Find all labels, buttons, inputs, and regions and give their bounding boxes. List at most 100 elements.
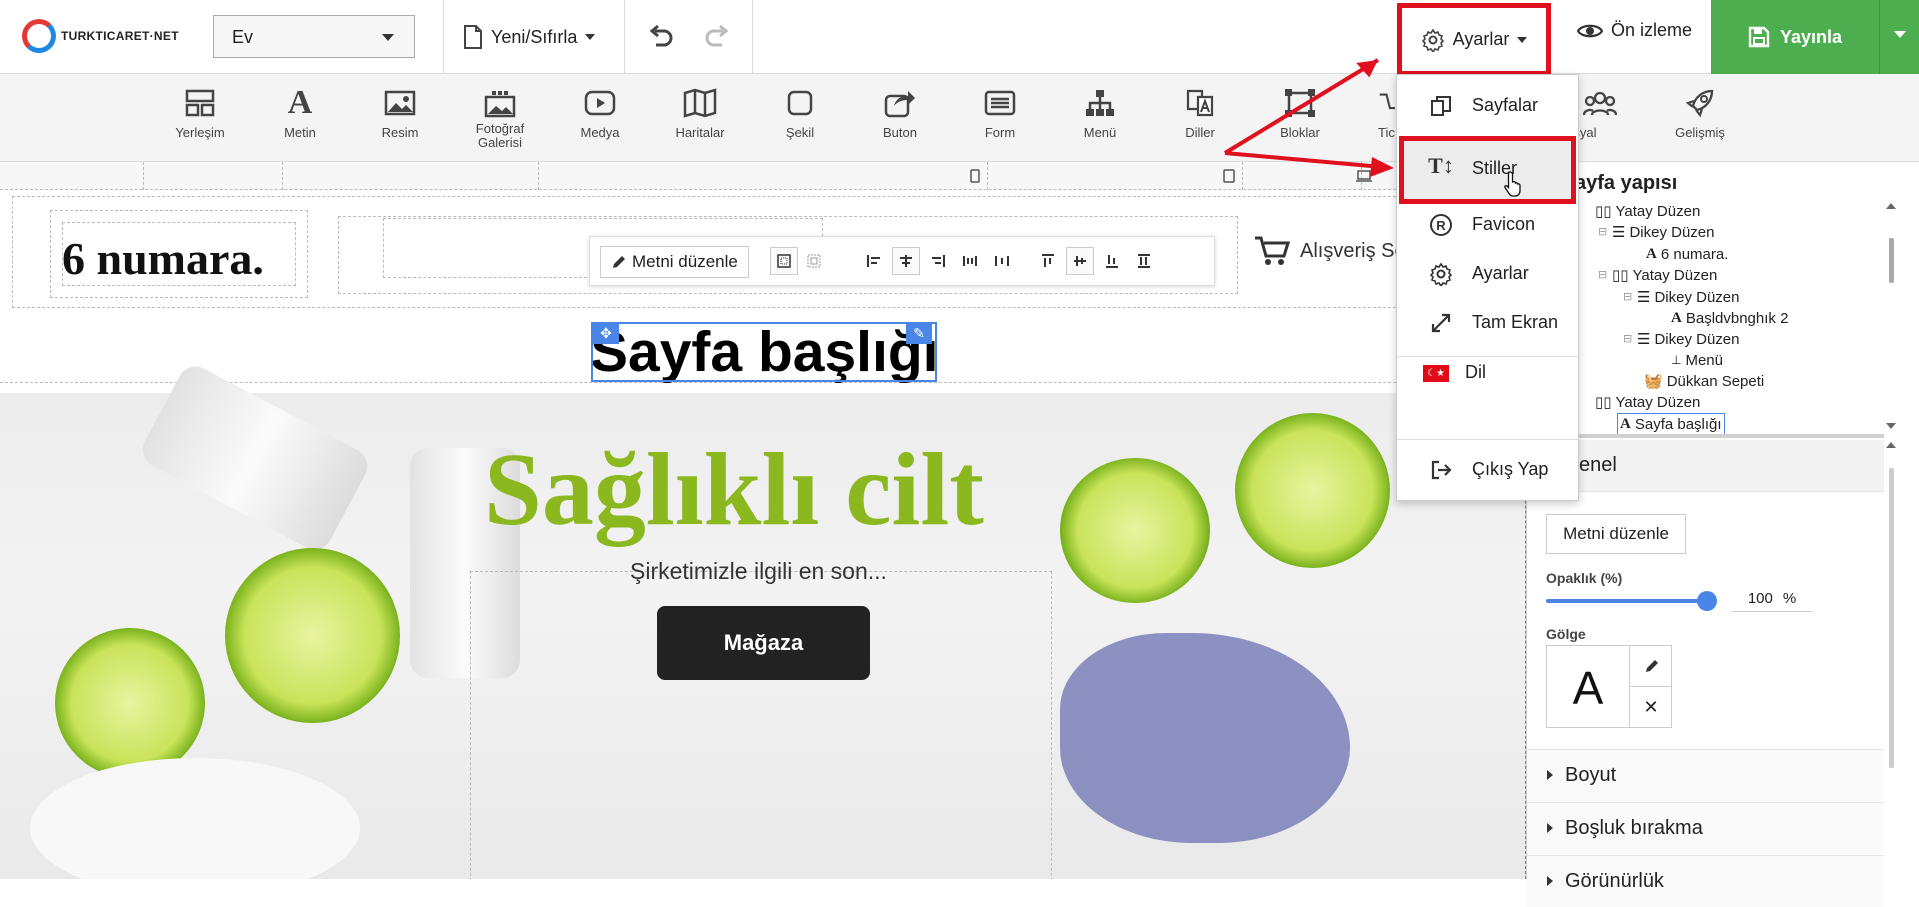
tool-languages[interactable]: Diller (1150, 86, 1250, 140)
tool-layout[interactable]: Yerleşim (150, 86, 250, 140)
opacity-input[interactable]: 100% (1732, 590, 1812, 612)
tool-media[interactable]: Medya (550, 86, 650, 140)
opacity-slider[interactable] (1546, 599, 1706, 603)
page-select[interactable]: Ev (213, 15, 415, 58)
tree-item-selected[interactable]: A Sayfa başlığı (1617, 413, 1725, 436)
edit-text-button[interactable]: Metni düzenle (600, 246, 749, 278)
edit-text-panel-button[interactable]: Metni düzenle (1546, 514, 1686, 554)
chevron-down-icon (1894, 31, 1906, 44)
frame-icon[interactable] (770, 247, 798, 275)
distribute-h-icon[interactable] (956, 247, 984, 275)
chevron-down-icon (585, 34, 596, 45)
menu-item-label: Tam Ekran (1472, 312, 1559, 332)
save-icon (1748, 26, 1770, 48)
caret-right-icon (1547, 823, 1553, 833)
tool-form[interactable]: Form (950, 86, 1050, 140)
tree-item[interactable]: ⊥ Menü (1671, 350, 1723, 371)
section-size-label: Boyut (1565, 764, 1617, 786)
preview-button[interactable]: Ön izleme (1577, 20, 1692, 41)
menu-item-logout[interactable]: Çıkış Yap (1397, 442, 1578, 498)
section-size[interactable]: Boyut (1527, 749, 1884, 801)
menu-item-styles[interactable]: T↕ Stiller (1399, 136, 1576, 204)
menu-divider (1397, 439, 1578, 440)
menu-item-label: Sayfalar (1472, 95, 1539, 115)
tree-item[interactable]: ▯▯ Yatay Düzen (1595, 392, 1700, 413)
align-right-icon[interactable] (924, 247, 952, 275)
collapse-icon: ⊟ (1623, 291, 1633, 303)
tree-item[interactable]: 🧺 Dükkan Sepeti (1644, 371, 1764, 392)
tool-menu[interactable]: Menü (1050, 86, 1150, 140)
tool-label: Şekil (785, 125, 815, 140)
tree-item[interactable]: A Başldvbnghık 2 (1671, 308, 1788, 329)
section-visibility[interactable]: Görünürlük (1527, 855, 1884, 907)
tree-item[interactable]: ⊟ ☰ Dikey Düzen (1623, 287, 1740, 308)
undo-icon[interactable] (647, 22, 675, 50)
menu-item-settings[interactable]: Ayarlar (1397, 246, 1578, 302)
panel-scrollbar[interactable] (1884, 440, 1898, 879)
menu-item-fullscreen[interactable]: Tam Ekran (1397, 295, 1578, 351)
shopping-cart-link[interactable]: Alışveriş Se (1254, 235, 1406, 267)
tool-shape[interactable]: Şekil (750, 86, 850, 140)
align-bottom-icon[interactable] (1098, 247, 1126, 275)
hero-title[interactable]: Sağlıklı cilt (484, 430, 984, 549)
columns-icon: ▯▯ (1595, 203, 1612, 220)
align-center-icon[interactable] (892, 247, 920, 275)
opacity-value: 100 (1747, 590, 1773, 607)
redo-icon[interactable] (703, 22, 731, 50)
menu-item-pages[interactable]: Sayfalar (1397, 78, 1578, 134)
align-left-icon[interactable] (860, 247, 888, 275)
tree-item[interactable]: ▯▯ Yatay Düzen (1595, 201, 1700, 222)
tool-text[interactable]: A Metin (250, 86, 350, 140)
tool-label: Diller (1185, 125, 1215, 140)
divider (624, 0, 625, 74)
publish-dropdown-button[interactable] (1879, 0, 1919, 74)
tree-item[interactable]: ⊟ ▯▯ Yatay Düzen (1598, 265, 1717, 286)
brand-logo[interactable]: TURKTICARET·NET (22, 19, 179, 53)
frame-outline-icon[interactable] (800, 247, 828, 275)
edit-shadow-button[interactable] (1629, 646, 1672, 687)
section-general-label: enel (1579, 454, 1617, 476)
tool-commerce[interactable]: Tic (1350, 86, 1395, 140)
align-middle-icon[interactable] (1066, 247, 1094, 275)
tool-photo-gallery[interactable]: Fotoğraf Galerisi (450, 86, 550, 150)
cart-icon (1379, 93, 1395, 110)
section-spacing-label: Boşluk bırakma (1565, 817, 1703, 839)
pencil-icon[interactable]: ✎ (906, 322, 932, 344)
layout-icon (185, 89, 215, 117)
site-logo-text[interactable]: 6 numara. (62, 232, 264, 285)
caret-right-icon (1547, 770, 1553, 780)
menu-item-language[interactable]: ☾★ Dil (1397, 345, 1578, 401)
tree-item[interactable]: ⊟ ☰ Dikey Düzen (1623, 329, 1740, 350)
tree-item[interactable]: A6 numara. (1646, 244, 1728, 265)
settings-button[interactable]: Ayarlar (1397, 3, 1551, 76)
publish-button[interactable]: Yayınla (1711, 0, 1879, 74)
tree-item-label: Dikey Düzen (1654, 331, 1740, 348)
section-spacing[interactable]: Boşluk bırakma (1527, 802, 1884, 854)
section-general[interactable]: enel (1527, 440, 1884, 492)
tool-blocks[interactable]: Bloklar (1250, 86, 1350, 140)
opacity-slider-handle[interactable] (1697, 591, 1717, 611)
tool-label: Bloklar (1280, 125, 1320, 140)
stretch-icon[interactable] (1130, 247, 1158, 275)
rows-icon: ☰ (1612, 224, 1626, 241)
tool-image[interactable]: Resim (350, 86, 450, 140)
tree-scrollbar[interactable] (1884, 203, 1898, 433)
tree-item[interactable]: ⊟ ☰ Dikey Düzen (1598, 222, 1715, 243)
align-top-icon[interactable] (1034, 247, 1062, 275)
tool-button[interactable]: Buton (850, 86, 950, 140)
menu-item-label: Dil (1465, 362, 1486, 382)
menu-item-favicon[interactable]: R Favicon (1397, 197, 1578, 253)
remove-shadow-button[interactable]: ✕ (1629, 687, 1672, 728)
hero-subtitle[interactable]: Şirketimizle ilgili en son... (630, 558, 887, 585)
language-icon (1186, 89, 1214, 117)
text-icon: A (287, 84, 313, 121)
tool-advanced[interactable]: Gelişmiş (1650, 86, 1750, 140)
distribute-space-icon[interactable] (988, 247, 1016, 275)
tool-maps[interactable]: Haritalar (650, 86, 750, 140)
tool-label: Resim (381, 125, 419, 140)
panel-splitter[interactable] (1527, 434, 1884, 438)
lime-image (1235, 413, 1390, 568)
shop-button[interactable]: Mağaza (657, 606, 870, 680)
new-reset-button[interactable]: Yeni/Sıfırla (463, 20, 596, 54)
move-icon[interactable]: ✥ (593, 322, 619, 344)
